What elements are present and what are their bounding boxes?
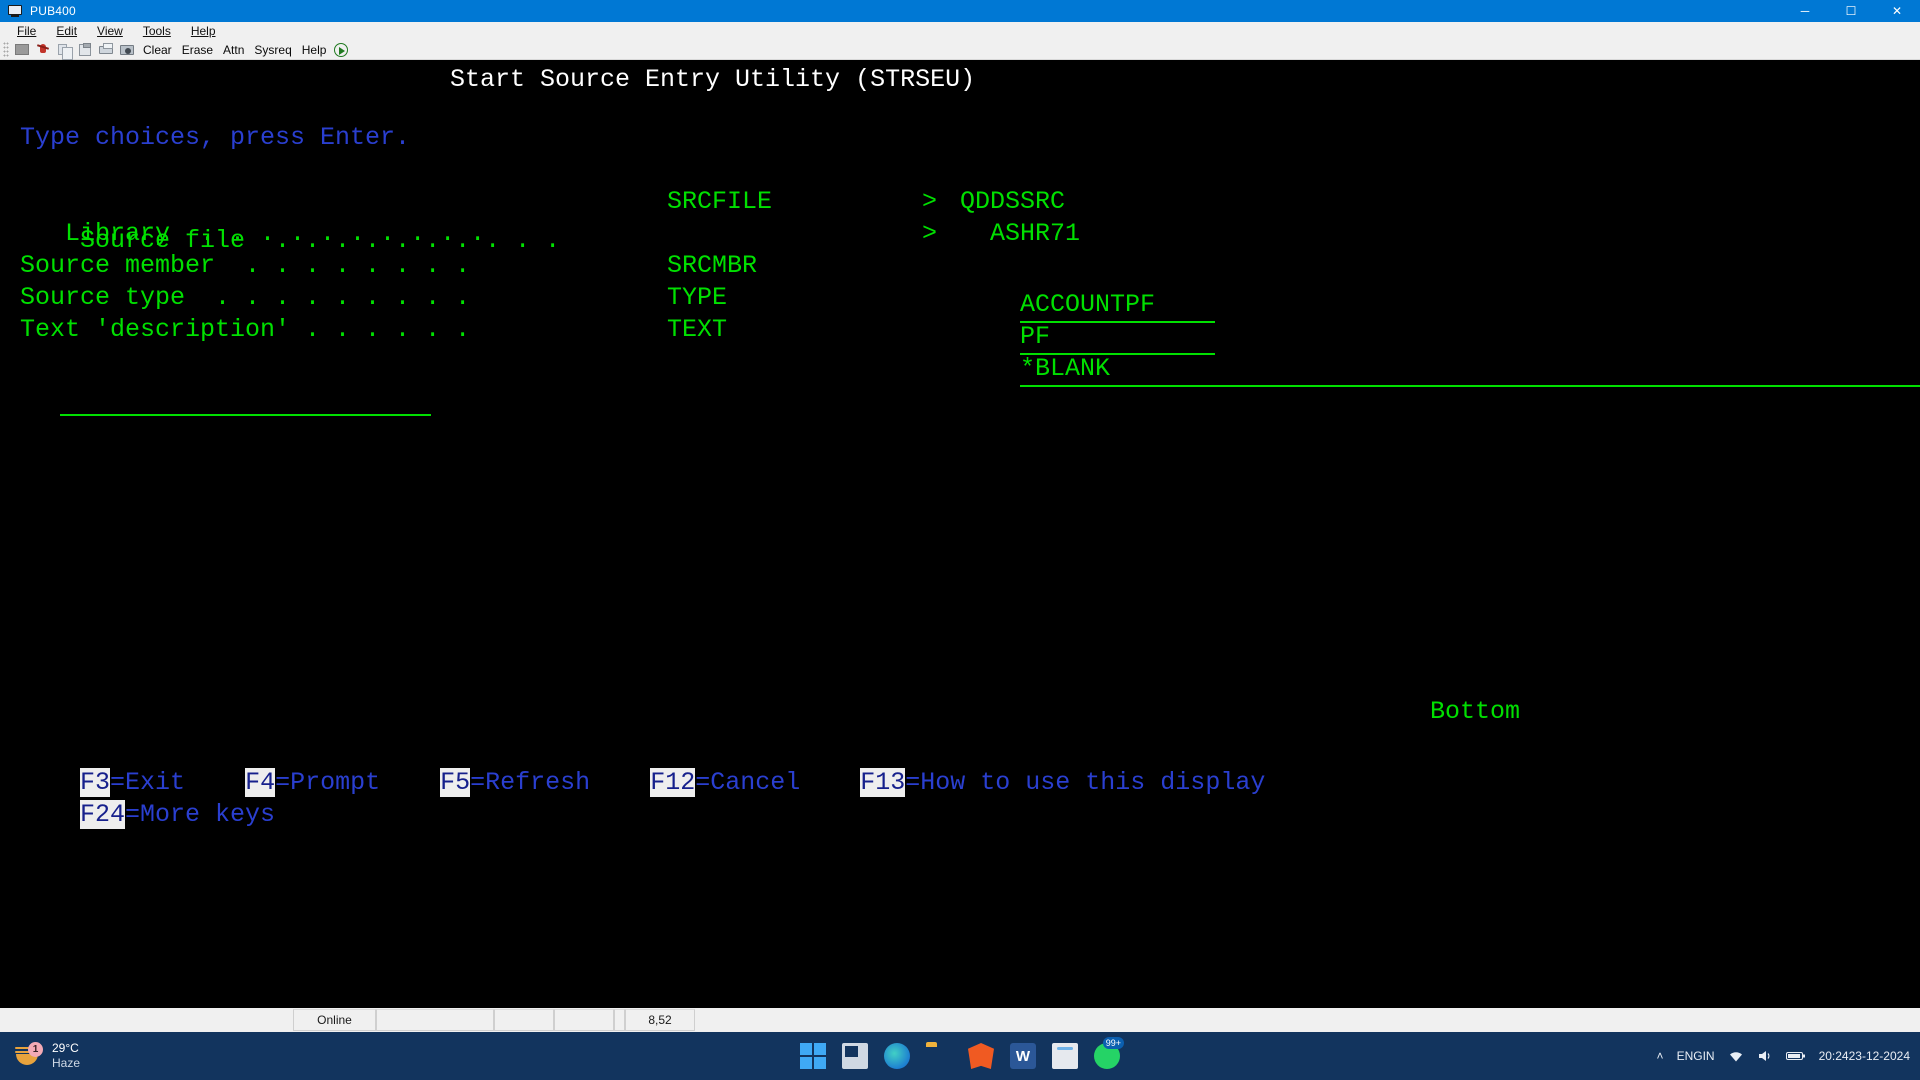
language-indicator[interactable]: ENG IN [1677, 1050, 1715, 1063]
minimize-button[interactable]: ─ [1782, 0, 1828, 22]
bottom-marker: Bottom [1430, 692, 1520, 731]
task-view-button[interactable] [842, 1043, 868, 1069]
clock-date: 23-12-2024 [1849, 1049, 1910, 1064]
status-bar-spacer [0, 1008, 293, 1032]
erase-button[interactable]: Erase [177, 41, 218, 59]
play-circle-icon[interactable] [331, 41, 351, 59]
attn-button[interactable]: Attn [218, 41, 249, 59]
chevron-up-icon[interactable]: ˄ [1657, 1049, 1664, 1063]
input-text-description[interactable]: *BLANK [1020, 352, 1920, 387]
status-cell-4 [554, 1009, 614, 1031]
menu-item-file[interactable]: File [8, 22, 47, 40]
paste-icon[interactable] [75, 41, 95, 59]
status-cell-3 [494, 1009, 554, 1031]
taskbar-app-brave[interactable] [968, 1043, 994, 1069]
maximize-icon: ☐ [1846, 5, 1857, 17]
status-bar-filler [695, 1008, 1920, 1032]
field-keyword-srcfile: SRCFILE [667, 182, 772, 221]
sysreq-button[interactable]: Sysreq [249, 41, 296, 59]
menu-item-file-label: File [17, 24, 36, 38]
volume-icon[interactable] [1757, 1049, 1773, 1063]
fkey-f13-key[interactable]: F13 [860, 768, 905, 797]
menu-item-tools[interactable]: Tools [134, 22, 182, 40]
input-text-description-wrap[interactable]: *BLANK [960, 310, 1920, 349]
taskbar-weather-widget[interactable]: 1 29°C Haze [14, 1041, 80, 1071]
weather-notification-badge: 1 [28, 1042, 43, 1057]
help-button[interactable]: Help [297, 41, 332, 59]
instruction-text: Type choices, press Enter. [20, 118, 410, 157]
status-connection: Online [293, 1009, 376, 1031]
status-cell-5 [614, 1009, 625, 1031]
fkey-f24-key[interactable]: F24 [80, 800, 125, 829]
window-controls: ─ ☐ ✕ [1782, 0, 1920, 22]
fkey-f12-key[interactable]: F12 [650, 768, 695, 797]
camera-icon[interactable] [117, 41, 137, 59]
battery-icon[interactable] [1786, 1050, 1806, 1062]
toolbar: Clear Erase Attn Sysreq Help [0, 40, 1920, 60]
monitor-icon[interactable] [12, 41, 32, 59]
taskbar-clock[interactable]: 20:24 23-12-2024 [1819, 1049, 1910, 1064]
menu-item-edit[interactable]: Edit [47, 22, 88, 40]
window-title-bar[interactable]: PUB400 ─ ☐ ✕ [0, 0, 1920, 22]
taskbar-app-edge[interactable] [884, 1043, 910, 1069]
toolbar-drag-handle[interactable] [3, 42, 9, 58]
input-text-description-continuation[interactable] [0, 342, 431, 381]
menu-item-view-label: View [97, 24, 123, 38]
wifi-icon[interactable] [1728, 1049, 1744, 1063]
taskbar-app-word[interactable]: W [1010, 1043, 1036, 1069]
print-icon[interactable] [96, 41, 116, 59]
menu-item-edit-label: Edit [56, 24, 77, 38]
menu-item-view[interactable]: View [88, 22, 134, 40]
close-icon: ✕ [1892, 5, 1902, 17]
field-marker-library: > [922, 214, 937, 253]
maximize-button[interactable]: ☐ [1828, 0, 1874, 22]
status-bar: Online 8,52 [0, 1008, 1920, 1032]
menu-bar: File Edit View Tools Help [0, 22, 1920, 40]
fkey-f5-key[interactable]: F5 [440, 768, 470, 797]
start-button[interactable] [800, 1043, 826, 1069]
taskbar-app-buttons: W 99+ [800, 1043, 1120, 1069]
weather-text: 29°C Haze [52, 1041, 80, 1071]
fkey-f4-label[interactable]: =Prompt [275, 768, 380, 797]
terminal-screen[interactable]: Start Source Entry Utility (STRSEU) Type… [0, 60, 1920, 1008]
close-button[interactable]: ✕ [1874, 0, 1920, 22]
clear-button[interactable]: Clear [138, 41, 177, 59]
menu-item-help-label: Help [191, 24, 216, 38]
fkey-f12-label[interactable]: =Cancel [695, 768, 800, 797]
haze-icon: 1 [14, 1043, 44, 1069]
status-cell-2 [376, 1009, 494, 1031]
function-key-row-2: F24=More keys [20, 756, 275, 795]
weather-condition: Haze [52, 1056, 80, 1071]
menu-item-tools-label: Tools [143, 24, 171, 38]
language-line-1: ENG [1677, 1050, 1703, 1063]
bug-icon[interactable] [33, 41, 53, 59]
language-line-2: IN [1703, 1050, 1715, 1063]
status-cursor-position: 8,52 [625, 1009, 695, 1031]
menu-item-help[interactable]: Help [182, 22, 227, 40]
field-keyword-text: TEXT [667, 310, 727, 349]
whatsapp-badge: 99+ [1103, 1037, 1124, 1049]
copy-icon[interactable] [54, 41, 74, 59]
fkey-f13-label[interactable]: =How to use this display [905, 768, 1265, 797]
screen-title: Start Source Entry Utility (STRSEU) [450, 60, 975, 99]
system-tray: ˄ ENG IN 20:24 23-12-2024 [1657, 1049, 1910, 1064]
windows-taskbar: 1 29°C Haze W 99+ ˄ ENG IN [0, 1032, 1920, 1080]
fkey-f5-label[interactable]: =Refresh [470, 768, 590, 797]
taskbar-app-terminal[interactable] [1052, 1043, 1078, 1069]
fkey-f24-label[interactable]: =More keys [125, 800, 275, 829]
taskbar-app-whatsapp[interactable]: 99+ [1094, 1043, 1120, 1069]
monitor-icon [7, 3, 23, 19]
minimize-icon: ─ [1801, 5, 1810, 17]
weather-temperature: 29°C [52, 1041, 80, 1056]
clock-time: 20:24 [1819, 1049, 1849, 1064]
window-title: PUB400 [30, 4, 76, 18]
taskbar-app-explorer[interactable] [926, 1043, 952, 1069]
